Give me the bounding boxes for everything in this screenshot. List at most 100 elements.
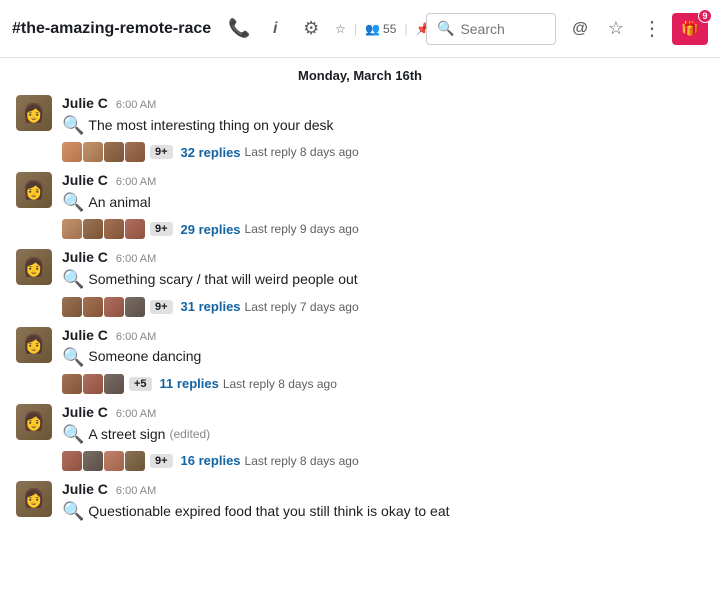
members-item: 👥 55 — [365, 22, 396, 36]
replies-row: 9+ 32 replies Last reply 8 days ago — [62, 142, 704, 162]
message-text: 🔍 Questionable expired food that you sti… — [62, 499, 704, 524]
avatar: 👩 — [16, 481, 52, 517]
message-author: Julie C — [62, 481, 108, 497]
more-icon: ⋮ — [642, 16, 662, 41]
message-time: 6:00 AM — [116, 408, 156, 420]
message-author: Julie C — [62, 172, 108, 188]
bookmark-button[interactable]: ☆ — [600, 13, 632, 45]
messages-container: 👩 Julie C 6:00 AM 🔍 The most interesting… — [16, 89, 704, 528]
reply-link[interactable]: 32 replies — [181, 145, 241, 160]
search-input[interactable] — [460, 21, 540, 37]
message-content: Julie C 6:00 AM 🔍 The most interesting t… — [62, 95, 704, 162]
avatar: 👩 — [16, 172, 52, 208]
reply-meta: Last reply 8 days ago — [245, 145, 359, 159]
message-text: 🔍 An animal — [62, 190, 704, 215]
reply-count-badge: 9+ — [150, 145, 173, 159]
star-item[interactable]: ☆ — [335, 22, 346, 36]
message-header: Julie C 6:00 AM — [62, 481, 704, 497]
avatar: 👩 — [16, 327, 52, 363]
at-icon: @ — [572, 20, 588, 38]
info-icon: i — [273, 20, 277, 38]
replies-row: 9+ 29 replies Last reply 9 days ago — [62, 219, 704, 239]
reply-link[interactable]: 29 replies — [181, 222, 241, 237]
magnify-icon: 🔍 — [62, 345, 84, 370]
message-header: Julie C 6:00 AM — [62, 172, 704, 188]
message-time: 6:00 AM — [116, 176, 156, 188]
star-icon: ☆ — [335, 22, 346, 36]
message-author: Julie C — [62, 404, 108, 420]
message-content: Julie C 6:00 AM 🔍 Questionable expired f… — [62, 481, 704, 524]
messages-list: Monday, March 16th 👩 Julie C 6:00 AM 🔍 T… — [0, 58, 720, 616]
magnify-icon: 🔍 — [62, 422, 84, 447]
avatar: 👩 — [16, 404, 52, 440]
message-text: 🔍 Someone dancing — [62, 345, 704, 370]
gift-button[interactable]: 🎁 9 — [672, 13, 708, 45]
reply-count-badge: 9+ — [150, 454, 173, 468]
gift-icon: 🎁 — [681, 20, 698, 37]
message-text: 🔍 A street sign (edited) — [62, 422, 704, 447]
message-time: 6:00 AM — [116, 99, 156, 111]
header-action-icons: 📞 i ⚙ — [223, 13, 327, 45]
reply-avatars — [62, 297, 146, 317]
date-divider: Monday, March 16th — [16, 58, 704, 89]
gear-icon: ⚙ — [303, 18, 319, 39]
channel-title: #the-amazing-remote-race — [12, 20, 211, 38]
message-time: 6:00 AM — [116, 485, 156, 497]
info-button[interactable]: i — [259, 13, 291, 45]
message-body: Something scary / that will weird people… — [88, 270, 357, 290]
gift-badge: 9 — [698, 9, 712, 23]
message-body: A street sign — [88, 425, 165, 445]
members-count: 55 — [383, 22, 396, 36]
settings-button[interactable]: ⚙ — [295, 13, 327, 45]
header-right: @ ☆ ⋮ 🎁 9 — [564, 13, 708, 45]
message-body: Questionable expired food that you still… — [88, 502, 449, 522]
phone-button[interactable]: 📞 — [223, 13, 255, 45]
message-text: 🔍 The most interesting thing on your des… — [62, 113, 704, 138]
reply-link[interactable]: 16 replies — [181, 453, 241, 468]
reply-link[interactable]: 11 replies — [160, 376, 219, 391]
message-group: 👩 Julie C 6:00 AM 🔍 Someone dancing +5 1… — [16, 321, 704, 398]
message-content: Julie C 6:00 AM 🔍 Someone dancing +5 11 … — [62, 327, 704, 394]
message-header: Julie C 6:00 AM — [62, 404, 704, 420]
reply-count-badge: +5 — [129, 377, 152, 391]
channel-meta: ☆ | 👥 55 | 📌 0 | It's a remote retreat s… — [335, 22, 418, 36]
reply-count-badge: 9+ — [150, 300, 173, 314]
reply-meta: Last reply 9 days ago — [245, 222, 359, 236]
message-content: Julie C 6:00 AM 🔍 A street sign (edited)… — [62, 404, 704, 471]
magnify-icon: 🔍 — [62, 499, 84, 524]
reply-meta: Last reply 8 days ago — [245, 454, 359, 468]
reply-count-badge: 9+ — [150, 222, 173, 236]
avatar: 👩 — [16, 249, 52, 285]
message-content: Julie C 6:00 AM 🔍 An animal 9+ 29 replie… — [62, 172, 704, 239]
message-header: Julie C 6:00 AM — [62, 95, 704, 111]
at-button[interactable]: @ — [564, 13, 596, 45]
phone-icon: 📞 — [228, 18, 250, 39]
reply-link[interactable]: 31 replies — [181, 299, 241, 314]
more-button[interactable]: ⋮ — [636, 13, 668, 45]
message-author: Julie C — [62, 95, 108, 111]
search-icon: 🔍 — [437, 20, 454, 37]
reply-avatars — [62, 142, 146, 162]
reply-avatars — [62, 451, 146, 471]
message-body: Someone dancing — [88, 347, 201, 367]
edited-label: (edited) — [169, 426, 210, 443]
reply-meta: Last reply 7 days ago — [245, 300, 359, 314]
reply-avatars — [62, 219, 146, 239]
channel-header: #the-amazing-remote-race 📞 i ⚙ ☆ | 👥 55 … — [0, 0, 720, 58]
reply-meta: Last reply 8 days ago — [223, 377, 337, 391]
message-time: 6:00 AM — [116, 331, 156, 343]
search-box[interactable]: 🔍 — [426, 13, 556, 45]
avatar: 👩 — [16, 95, 52, 131]
message-author: Julie C — [62, 249, 108, 265]
message-group: 👩 Julie C 6:00 AM 🔍 An animal 9+ 29 repl… — [16, 166, 704, 243]
message-group: 👩 Julie C 6:00 AM 🔍 Questionable expired… — [16, 475, 704, 528]
bookmark-icon: ☆ — [608, 18, 624, 39]
message-time: 6:00 AM — [116, 253, 156, 265]
message-group: 👩 Julie C 6:00 AM 🔍 The most interesting… — [16, 89, 704, 166]
message-group: 👩 Julie C 6:00 AM 🔍 A street sign (edite… — [16, 398, 704, 475]
message-header: Julie C 6:00 AM — [62, 249, 704, 265]
replies-row: 9+ 31 replies Last reply 7 days ago — [62, 297, 704, 317]
replies-row: 9+ 16 replies Last reply 8 days ago — [62, 451, 704, 471]
message-body: An animal — [88, 193, 150, 213]
message-body: The most interesting thing on your desk — [88, 116, 333, 136]
